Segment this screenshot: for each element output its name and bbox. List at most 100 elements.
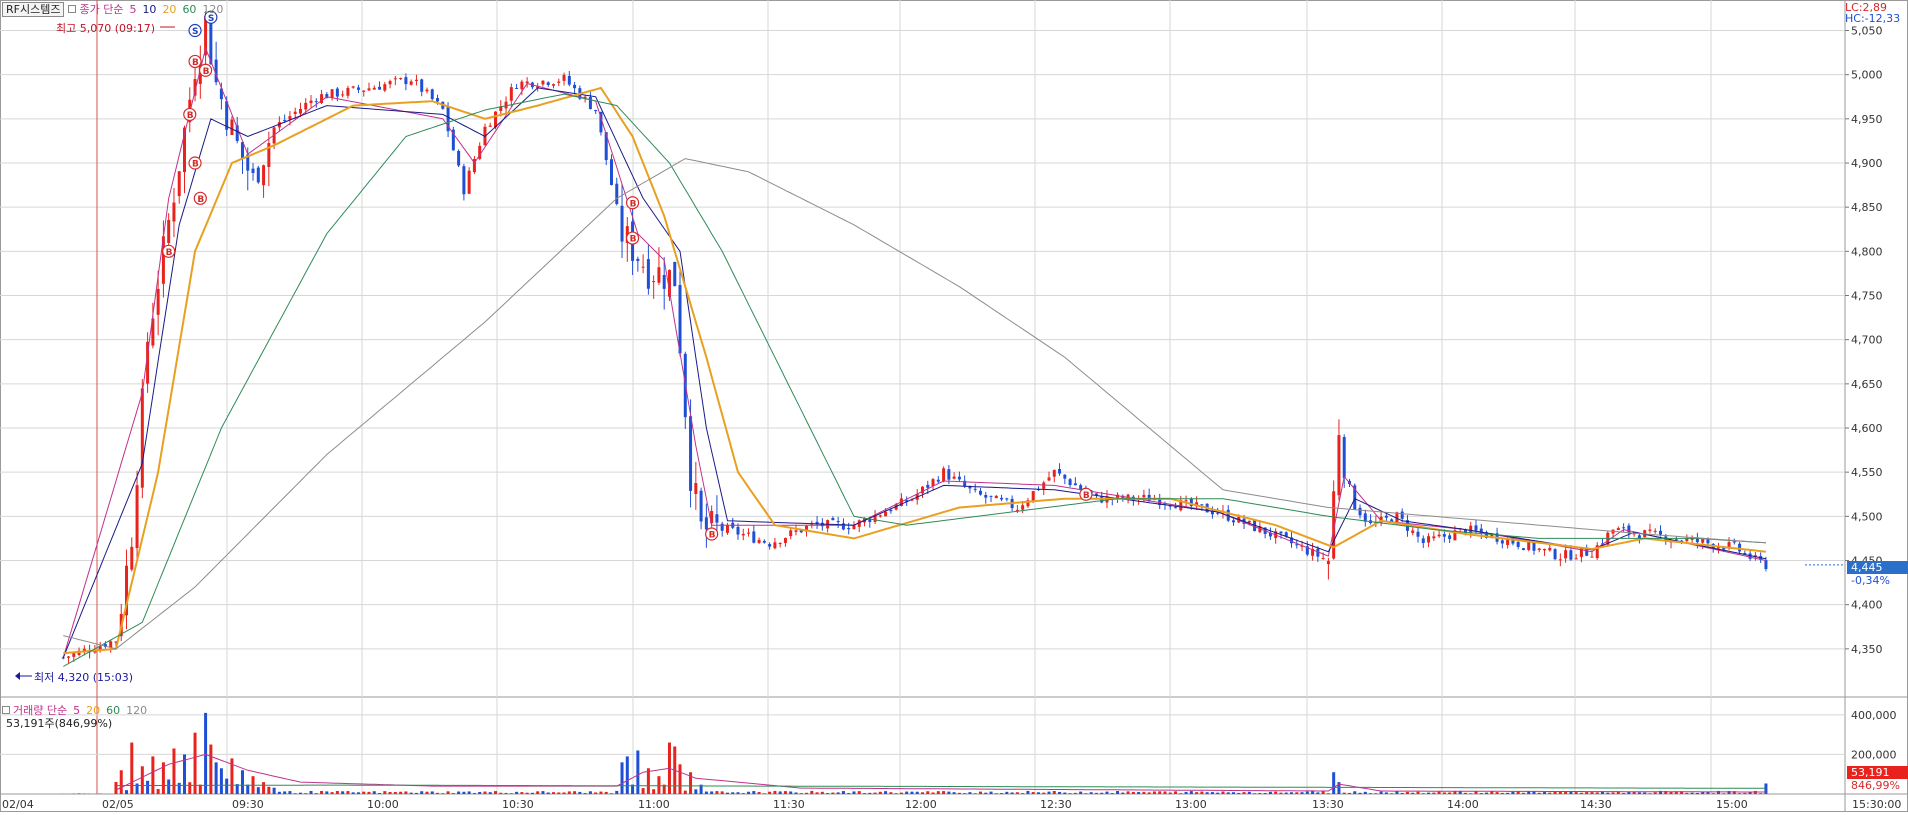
candle-body: [457, 151, 460, 166]
volume-bar: [167, 779, 170, 794]
volume-bar: [146, 781, 149, 794]
volume-bar: [209, 745, 212, 794]
ma-10-line: [63, 88, 1766, 658]
volume-bar: [584, 793, 587, 794]
candle-body: [1733, 542, 1736, 543]
volume-bar: [1137, 792, 1140, 794]
volume-bar: [362, 792, 365, 794]
candle-body: [420, 79, 423, 91]
volume-bar: [932, 792, 935, 794]
candle-body: [178, 171, 181, 196]
volume-bar: [1554, 792, 1557, 794]
volume-bar: [1243, 792, 1246, 794]
volume-bar: [1717, 791, 1720, 794]
volume-bar: [926, 791, 929, 794]
volume-bar: [636, 750, 639, 794]
volume-bar: [821, 792, 824, 794]
volume-bar: [526, 793, 529, 794]
candle-body: [979, 491, 982, 495]
candle-body: [526, 82, 529, 84]
candle-body: [742, 534, 745, 536]
candle-body: [436, 98, 439, 101]
volume-bar: [1216, 793, 1219, 794]
volume-bar: [1696, 793, 1699, 794]
time-tick-label: 11:30: [773, 798, 805, 811]
volume-bar: [1364, 792, 1367, 794]
candle-body: [331, 89, 334, 98]
volume-bar: [863, 793, 866, 794]
volume-bar: [1032, 792, 1035, 794]
volume-bar: [831, 793, 834, 794]
volume-bar: [605, 792, 608, 794]
volume-bar: [1712, 793, 1715, 794]
candle-body: [252, 169, 255, 173]
volume-bar: [805, 793, 808, 794]
volume-bar: [874, 793, 877, 794]
price-chart[interactable]: 5,0505,0004,9504,9004,8504,8004,7504,700…: [0, 0, 1908, 812]
volume-bar: [594, 792, 597, 794]
candle-body: [1032, 491, 1035, 502]
candle-body: [953, 477, 956, 479]
volume-bar: [462, 792, 465, 794]
volume-bar: [1095, 793, 1098, 794]
candle-body: [747, 533, 750, 534]
candle-body: [72, 653, 75, 657]
volume-info: 53,191주(846,99%): [6, 715, 112, 731]
candle-body: [494, 112, 497, 128]
volume-bar: [220, 768, 223, 794]
candle-body: [1069, 479, 1072, 485]
candle-body: [752, 531, 755, 542]
volume-bar: [1464, 793, 1467, 794]
volume-bar: [294, 793, 297, 794]
candle-body: [294, 112, 297, 114]
time-tick-label: 14:00: [1447, 798, 1479, 811]
volume-bar: [288, 791, 291, 794]
price-tick-label: 4,950: [1851, 113, 1883, 126]
chart-frame: [1, 1, 1908, 812]
symbol-label[interactable]: RF시스템즈: [2, 2, 64, 17]
volume-bar: [910, 792, 913, 794]
volume-bar: [1432, 793, 1435, 794]
volume-bar: [1111, 793, 1114, 794]
volume-bar: [784, 791, 787, 794]
candle-body: [1501, 540, 1504, 543]
volume-bar: [1295, 792, 1298, 794]
ma-20-label: 20: [162, 3, 176, 16]
volume-bar: [310, 791, 313, 794]
volume-legend-toggle-icon[interactable]: [2, 706, 10, 714]
volume-bar: [610, 793, 613, 794]
volume-bar: [425, 792, 428, 794]
volume-bar: [990, 792, 993, 794]
volume-bar: [1106, 792, 1109, 794]
time-tick-label: 12:30: [1040, 798, 1072, 811]
candle-body: [1438, 535, 1441, 537]
volume-bar: [141, 766, 144, 794]
legend-toggle-icon[interactable]: [68, 5, 76, 13]
volume-bar: [1612, 792, 1615, 794]
candle-body: [1053, 470, 1056, 477]
volume-bar: [436, 793, 439, 794]
volume-bar: [188, 782, 191, 794]
candle-body: [773, 542, 776, 548]
volume-bar: [1343, 793, 1346, 794]
candle-body: [410, 81, 413, 84]
volume-bar: [916, 792, 919, 794]
candle-body: [383, 84, 386, 90]
volume-bar: [1691, 793, 1694, 794]
price-tick-label: 4,800: [1851, 245, 1883, 258]
volume-bar: [547, 792, 550, 794]
candle-body: [515, 88, 518, 89]
candle-body: [262, 165, 265, 185]
candle-body: [1232, 520, 1235, 522]
volume-bar: [968, 792, 971, 794]
candle-body: [1422, 538, 1425, 543]
volume-bar: [773, 791, 776, 794]
candle-body: [563, 75, 566, 81]
volume-bar: [1100, 793, 1103, 794]
candle-body: [373, 88, 376, 90]
volume-bar: [1543, 792, 1546, 794]
volume-bar: [373, 791, 376, 794]
time-tick-label: 14:30: [1580, 798, 1612, 811]
price-tick-label: 4,600: [1851, 422, 1883, 435]
volume-bar: [1627, 792, 1630, 794]
